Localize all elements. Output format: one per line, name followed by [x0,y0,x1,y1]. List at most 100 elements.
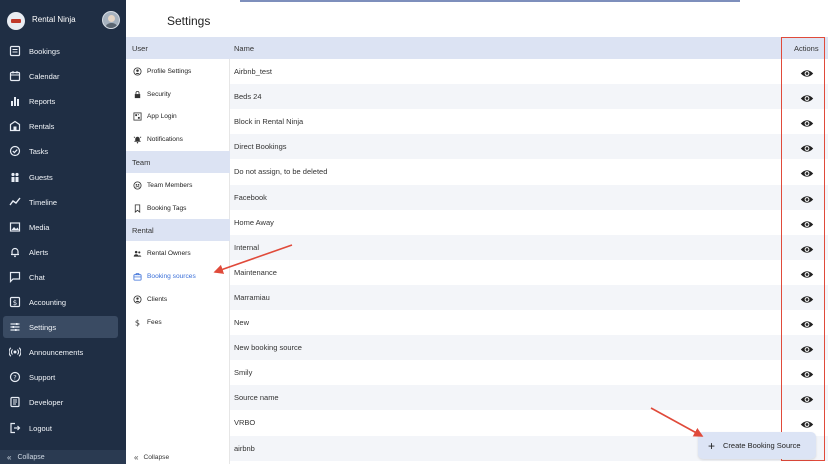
submenu-item-rental-owners[interactable]: Rental Owners [126,242,230,264]
announcements-icon [8,345,22,359]
submenu-item-security[interactable]: Security [126,83,230,105]
sidebar-item-developer[interactable]: Developer [3,391,118,413]
eye-icon[interactable] [800,242,814,253]
column-header-actions: Actions [794,44,819,53]
submenu-item-team-members[interactable]: Team Members [126,174,230,196]
eye-icon[interactable] [800,392,814,403]
sidebar-item-chat[interactable]: Chat [3,266,118,288]
submenu-item-fees[interactable]: $ Fees [126,311,230,333]
sidebar-item-timeline[interactable]: Timeline [3,191,118,213]
table-row[interactable]: Airbnb_test [230,59,828,84]
calendar-icon [8,69,22,83]
svg-text:$: $ [13,299,17,307]
submenu-item-app-login[interactable]: App Login [126,105,230,127]
sidebar-item-label: Developer [29,397,64,407]
settings-submenu: User Profile Settings Security App Login Not… [126,37,230,464]
submenu-item-label: Profile Settings [147,67,192,75]
brand-header: Rental Ninja [0,0,126,40]
eye-icon[interactable] [800,267,814,278]
user-avatar[interactable] [102,11,120,29]
eye-icon[interactable] [800,342,814,353]
top-progress-line [240,0,740,2]
submenu-item-profile-settings[interactable]: Profile Settings [126,60,230,82]
booking-source-name: airbnb [234,444,255,453]
eye-icon[interactable] [800,66,814,77]
table-row[interactable]: Internal [230,235,828,260]
sidebar-item-label: Chat [29,272,45,282]
sidebar-item-announcements[interactable]: Announcements [3,341,118,363]
eye-icon[interactable] [800,91,814,102]
sidebar-collapse-button[interactable]: « Collapse [0,450,126,464]
sidebar-item-reports[interactable]: Reports [3,90,118,112]
eye-icon[interactable] [800,116,814,127]
sidebar-item-media[interactable]: Media [3,216,118,238]
submenu-item-booking-tags[interactable]: Booking Tags [126,197,230,219]
app-login-icon [132,111,142,121]
table-row[interactable]: Block in Rental Ninja [230,109,828,134]
eye-icon[interactable] [800,317,814,328]
sidebar-item-label: Reports [29,96,56,106]
table-header: Name Actions [230,37,828,59]
brand-logo[interactable] [7,12,25,30]
table-row[interactable]: Do not assign, to be deleted [230,159,828,184]
sidebar-item-tasks[interactable]: Tasks [3,140,118,162]
sidebar-item-settings[interactable]: Settings [3,316,118,338]
eye-icon[interactable] [800,141,814,152]
create-booking-source-button[interactable]: + Create Booking Source [698,432,816,459]
submenu-item-booking-sources[interactable]: Booking sources [126,265,230,287]
submenu-section-team: Team [126,151,230,173]
sidebar-item-label: Settings [29,322,57,332]
eye-icon[interactable] [800,192,814,203]
column-header-name[interactable]: Name [234,44,254,53]
table-row[interactable]: Facebook [230,185,828,210]
submenu-item-clients[interactable]: Clients [126,288,230,310]
table-row[interactable]: Beds 24 [230,84,828,109]
eye-icon[interactable] [800,367,814,378]
booking-source-name: Source name [234,393,279,402]
sidebar-item-label: Rentals [29,121,55,131]
bookmark-icon [132,203,142,213]
eye-icon[interactable] [800,292,814,303]
brand-name: Rental Ninja [32,15,76,24]
sidebar-item-guests[interactable]: Guests [3,166,118,188]
submenu-section-rental: Rental [126,219,230,242]
submenu-item-notifications[interactable]: Notifications [126,128,230,150]
booking-source-name: Facebook [234,193,267,202]
table-row[interactable]: New [230,310,828,335]
sidebar-item-alerts[interactable]: Alerts [3,241,118,263]
booking-source-name: New [234,318,250,327]
sidebar-item-label: Guests [29,172,53,182]
table-row[interactable]: Maintenance [230,260,828,285]
submenu-collapse-button[interactable]: « Collapse [126,450,230,464]
reports-icon [8,94,22,108]
submenu-item-label: Clients [147,295,168,303]
table-row[interactable]: Marramiau [230,285,828,310]
booking-sources-table: Name Actions Airbnb_test Beds 24 Block in … [230,37,828,464]
bell-icon [132,134,142,144]
table-row[interactable]: Home Away [230,210,828,235]
table-row[interactable]: Source name [230,385,828,410]
booking-source-name: Smily [234,368,253,377]
eye-icon[interactable] [800,217,814,228]
eye-icon[interactable] [800,166,814,177]
table-row[interactable]: Direct Bookings [230,134,828,159]
sidebar-item-support[interactable]: ? Support [3,366,118,388]
eye-icon[interactable] [800,417,814,428]
table-row[interactable]: New booking source [230,335,828,360]
sidebar-item-logout[interactable]: Logout [3,417,118,439]
submenu-item-label: Security [147,90,171,98]
sidebar-item-calendar[interactable]: Calendar [3,65,118,87]
timeline-icon [8,195,22,209]
sidebar-item-label: Announcements [29,347,84,357]
bookings-icon [8,44,22,58]
developer-icon [8,395,22,409]
sidebar-item-accounting[interactable]: $ Accounting [3,291,118,313]
submenu-item-label: Fees [147,318,162,326]
booking-source-name: Block in Rental Ninja [234,117,304,126]
sidebar-item-rentals[interactable]: Rentals [3,115,118,137]
table-row[interactable]: Smily [230,360,828,385]
sidebar-item-bookings[interactable]: Bookings [3,40,118,62]
team-icon [132,180,142,190]
plus-icon: + [708,438,716,453]
tasks-icon [8,144,22,158]
